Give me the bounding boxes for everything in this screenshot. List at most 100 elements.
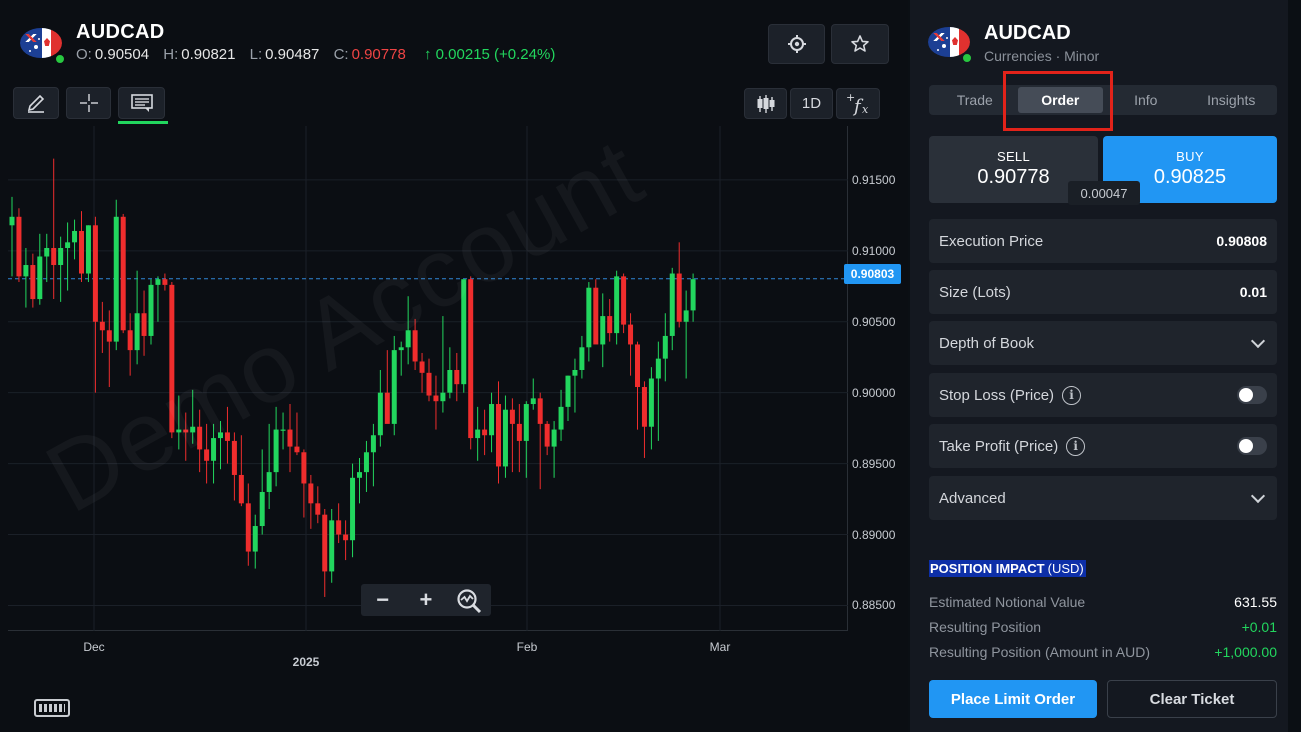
candle-body — [363, 452, 369, 473]
candle-body — [329, 520, 335, 572]
candle-body — [426, 372, 432, 396]
candle-body — [65, 242, 71, 248]
position-impact-title: POSITION IMPACT — [929, 560, 1046, 577]
candle-body — [530, 398, 536, 405]
depth-of-book-dropdown[interactable]: Depth of Book — [929, 321, 1277, 365]
close-value: 0.90778 — [351, 46, 406, 63]
size-lots-value: 0.01 — [1239, 284, 1267, 300]
candle-body — [690, 279, 696, 311]
online-status-dot — [54, 53, 66, 65]
candle-body — [482, 429, 488, 436]
take-profit-label: Take Profit (Price) — [939, 437, 1059, 455]
candle-body — [211, 438, 217, 461]
impact-label: Resulting Position (Amount in AUD) — [929, 644, 1150, 660]
candlestick-icon — [757, 94, 774, 113]
chevron-down-icon — [1250, 488, 1266, 503]
y-tick-label: 0.89000 — [852, 527, 896, 542]
zoom-reset-button[interactable] — [451, 584, 487, 616]
candle-body — [628, 324, 634, 345]
star-icon — [851, 35, 869, 52]
y-tick-label: 0.88500 — [852, 598, 896, 613]
impact-row-resulting-position: Resulting Position +0.01 — [929, 619, 1277, 635]
stop-loss-row: Stop Loss (Price) i — [929, 373, 1277, 417]
chevron-down-icon — [1250, 333, 1266, 348]
size-lots-field[interactable]: Size (Lots) 0.01 — [929, 270, 1277, 314]
candle-body — [259, 491, 265, 527]
candle-body — [384, 392, 390, 424]
high-value: 0.90821 — [181, 46, 236, 63]
impact-value: +0.01 — [1241, 619, 1277, 635]
candle-body — [155, 279, 161, 285]
spread-badge: 0.00047 — [1068, 181, 1140, 205]
impact-row-notional: Estimated Notional Value 631.55 — [929, 594, 1277, 610]
candle-body — [99, 321, 105, 331]
candle-body — [315, 503, 321, 515]
candle-body — [113, 216, 119, 342]
annotation-tool-button[interactable] — [118, 87, 165, 119]
impact-value: 631.55 — [1234, 594, 1277, 610]
order-tab-highlight — [1003, 71, 1113, 131]
candle-body — [301, 452, 307, 484]
crosshair-tool-button[interactable] — [66, 87, 111, 119]
candle-body — [169, 284, 175, 433]
advanced-dropdown[interactable]: Advanced — [929, 476, 1277, 520]
keyboard-icon[interactable] — [34, 699, 70, 717]
tab-insights[interactable]: Insights — [1189, 87, 1275, 113]
execution-price-field[interactable]: Execution Price 0.90808 — [929, 219, 1277, 263]
candle-body — [197, 426, 203, 450]
take-profit-info-icon[interactable]: i — [1066, 436, 1086, 456]
candle-body — [607, 316, 613, 334]
chat-bubble-icon — [130, 94, 153, 112]
candle-body — [44, 247, 50, 257]
candle-body — [662, 335, 668, 359]
candle-body — [669, 273, 675, 336]
take-profit-row: Take Profit (Price) i — [929, 424, 1277, 468]
tab-info[interactable]: Info — [1103, 87, 1189, 113]
candle-body — [322, 514, 328, 572]
draw-tool-button[interactable] — [13, 87, 59, 119]
buy-label: BUY — [1176, 149, 1204, 164]
zoom-in-button[interactable]: + — [408, 584, 444, 616]
y-tick-label: 0.91000 — [852, 243, 896, 258]
take-profit-toggle[interactable] — [1237, 437, 1267, 455]
depth-of-book-label: Depth of Book — [939, 334, 1035, 352]
candle-body — [148, 284, 154, 336]
candle-body — [641, 387, 647, 427]
indicators-button[interactable]: + f x — [836, 88, 880, 119]
candle-body — [405, 330, 411, 348]
candle-body — [273, 429, 279, 473]
chart-type-button[interactable] — [744, 88, 787, 119]
x-tick-label: Dec — [83, 640, 105, 654]
active-tool-indicator — [118, 121, 168, 124]
svg-text:x: x — [862, 103, 869, 116]
clear-ticket-button[interactable]: Clear Ticket — [1107, 680, 1277, 718]
advanced-label: Advanced — [939, 489, 1006, 507]
candle-body — [280, 429, 286, 431]
panel-symbol-title: AUDCAD — [984, 22, 1071, 44]
favorite-button[interactable] — [831, 24, 889, 64]
y-tick-label: 0.90000 — [852, 385, 896, 400]
timeframe-button[interactable]: 1D — [790, 88, 833, 119]
candle-body — [572, 369, 578, 376]
chart-symbol-title: AUDCAD — [76, 21, 165, 43]
stop-loss-info-icon[interactable]: i — [1062, 385, 1082, 405]
close-label: C: — [333, 46, 349, 63]
x-tick-label: Mar — [709, 640, 731, 654]
candle-body — [308, 483, 314, 504]
candle-body — [16, 216, 22, 277]
y-tick-label: 0.89500 — [852, 456, 896, 471]
place-limit-order-button[interactable]: Place Limit Order — [929, 680, 1097, 718]
candle-body — [551, 429, 557, 447]
candle-body — [537, 398, 543, 424]
candle-body — [461, 279, 467, 385]
candle-body — [648, 378, 654, 427]
stop-loss-toggle[interactable] — [1237, 386, 1267, 404]
candle-body — [683, 310, 689, 322]
candle-body — [23, 265, 29, 277]
candle-body — [224, 432, 230, 441]
candle-body — [252, 526, 258, 552]
target-icon — [787, 35, 806, 53]
zoom-out-button[interactable]: − — [365, 584, 401, 616]
price-chart[interactable]: Demo Account — [8, 116, 848, 631]
locate-button[interactable] — [768, 24, 825, 64]
